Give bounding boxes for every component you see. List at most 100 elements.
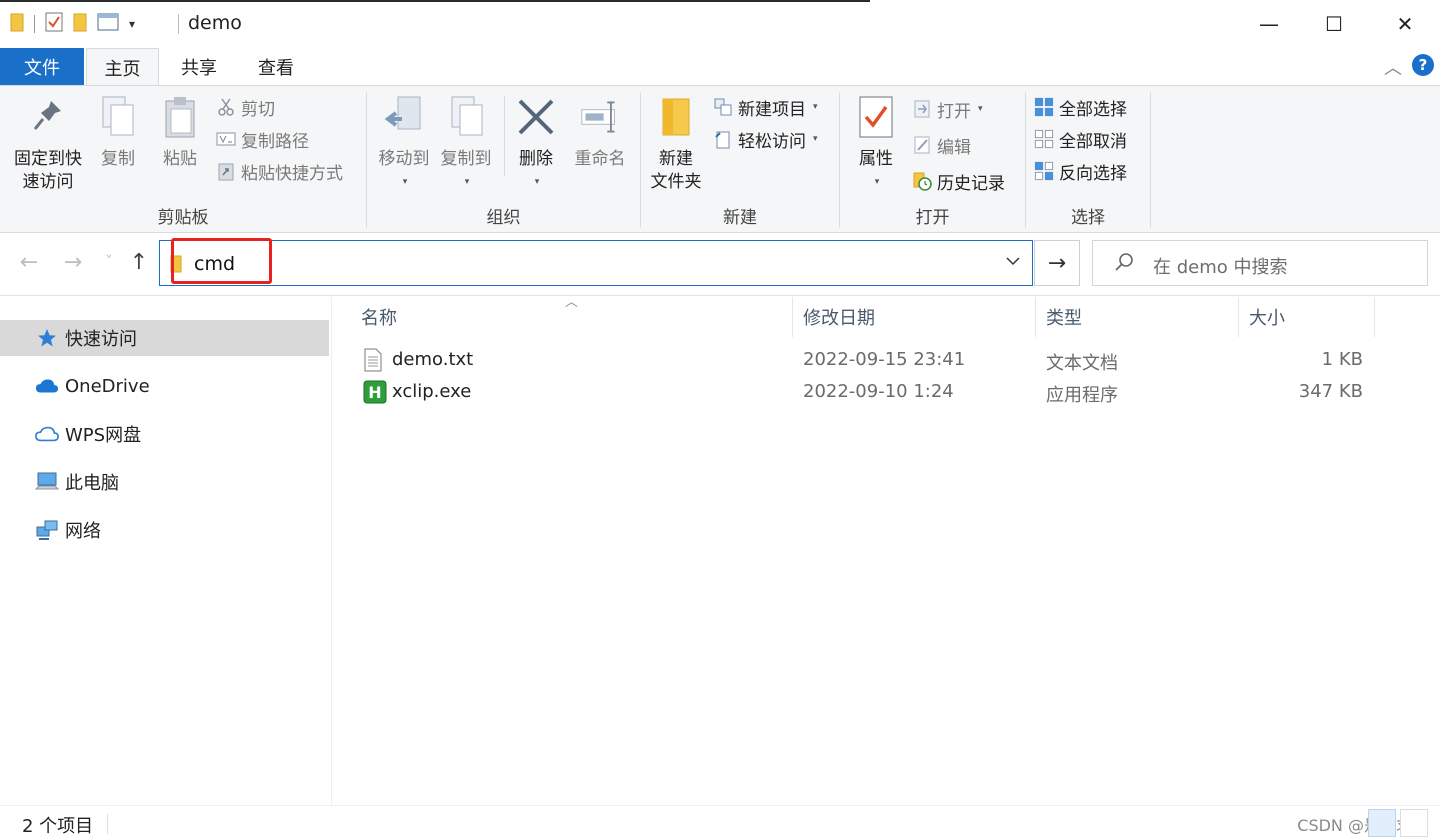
paste-icon [160, 94, 200, 140]
delete-label: 删除 [519, 149, 553, 169]
divider [1150, 92, 1151, 228]
quick-access-toolbar: ▾ [10, 12, 135, 36]
forward-button[interactable]: → [58, 250, 88, 275]
select-group: 全部选择 全部取消 反向选择 选择 [1026, 86, 1150, 232]
tab-file[interactable]: 文件 [0, 48, 84, 85]
copy-icon [98, 94, 138, 140]
pin-label-line2: 速访问 [22, 172, 74, 192]
cloud-outline-icon [35, 422, 59, 446]
paste-shortcut-button[interactable]: 粘贴快捷方式 [216, 158, 343, 184]
exe-icon: H [363, 380, 387, 404]
sidebar-item-label: 快速访问 [65, 329, 137, 350]
sidebar-item-this-pc[interactable]: 此电脑 [0, 464, 329, 500]
cut-button[interactable]: 剪切 [216, 94, 275, 120]
sidebar-item-label: WPS网盘 [65, 425, 142, 446]
new-folder-label-line1: 新建 [659, 149, 693, 169]
paste-button[interactable]: 粘贴 [158, 94, 202, 171]
folder-icon [656, 94, 696, 140]
sidebar-item-network[interactable]: 网络 [0, 512, 329, 548]
select-none-button[interactable]: 全部取消 [1034, 126, 1127, 152]
copy-to-button[interactable]: 复制到 ▾ [435, 94, 497, 194]
svg-text:H: H [368, 383, 381, 402]
organize-group: 移动到 ▾ 复制到 ▾ 删除 ▾ 重命名 组织 [367, 86, 640, 232]
folder-icon [170, 255, 182, 273]
address-bar[interactable]: cmd [159, 240, 1033, 286]
invert-selection-button[interactable]: 反向选择 [1034, 158, 1127, 184]
go-button[interactable]: → [1034, 240, 1080, 286]
move-to-label: 移动到 [378, 149, 430, 169]
window-title: demo [188, 12, 242, 34]
tab-home[interactable]: 主页 [86, 48, 159, 86]
new-item-button[interactable]: 新建项目 ▾ [713, 94, 818, 120]
select-none-icon [1034, 129, 1054, 149]
tab-share[interactable]: 共享 [163, 48, 235, 85]
navigation-bar: ← → ˅ ↑ cmd → 在 demo 中搜索 [0, 234, 1440, 296]
move-to-button[interactable]: 移动到 ▾ [373, 94, 435, 194]
table-row[interactable]: demo.txt 2022-09-15 23:41 文本文档 1 KB [333, 345, 1440, 377]
history-button[interactable]: 历史记录 [912, 168, 1005, 194]
cloud-icon [35, 374, 59, 398]
back-button[interactable]: ← [14, 250, 44, 275]
properties-icon [856, 94, 896, 140]
column-header-modified[interactable]: 修改日期 [793, 297, 1036, 337]
file-list: ︿ 名称 修改日期 类型 大小 demo.txt 2022-09-15 23:4… [333, 295, 1440, 805]
easy-access-label: 轻松访问 [738, 131, 806, 152]
chevron-down-icon[interactable] [1006, 251, 1020, 270]
window-icon[interactable] [97, 13, 119, 35]
clipboard-group-label: 剪贴板 [157, 208, 209, 228]
dropdown-caret-icon: ▾ [874, 177, 880, 187]
paste-label: 粘贴 [163, 149, 197, 169]
maximize-button[interactable]: ☐ [1311, 6, 1357, 42]
minimize-button[interactable]: — [1246, 6, 1292, 42]
sidebar-item-wps[interactable]: WPS网盘 [0, 416, 329, 452]
properties-button[interactable]: 属性 ▾ [852, 94, 900, 194]
title-bar-accent-line [0, 0, 870, 2]
copy-path-button[interactable]: 复制路径 [216, 126, 309, 152]
pin-to-quick-access-button[interactable]: 固定到快 速访问 [10, 94, 86, 194]
large-icons-view-button[interactable] [1400, 809, 1428, 837]
new-folder-button[interactable]: 新建 文件夹 [647, 94, 705, 194]
text-file-icon [363, 348, 385, 372]
copy-label: 复制 [101, 149, 135, 169]
column-header-name[interactable]: 名称 [351, 297, 793, 337]
address-input[interactable]: cmd [194, 253, 235, 275]
select-all-button[interactable]: 全部选择 [1034, 94, 1127, 120]
recent-locations-button[interactable]: ˅ [94, 254, 124, 270]
details-view-button[interactable] [1368, 809, 1396, 837]
copy-button[interactable]: 复制 [96, 94, 140, 171]
new-item-icon [713, 97, 733, 117]
pin-icon [28, 94, 68, 140]
copy-path-icon [216, 129, 236, 149]
collapse-ribbon-icon[interactable]: ︿ [1384, 54, 1402, 80]
sidebar-item-onedrive[interactable]: OneDrive [0, 368, 329, 404]
rename-icon [580, 94, 620, 140]
properties-icon[interactable] [45, 12, 63, 36]
easy-access-icon [713, 129, 733, 149]
dropdown-caret-icon: ▾ [813, 102, 818, 112]
customize-qat-icon[interactable]: ▾ [129, 17, 135, 31]
properties-label: 属性 [859, 149, 893, 169]
delete-button[interactable]: 删除 ▾ [513, 94, 559, 194]
open-label: 打开 [937, 101, 971, 122]
rename-button[interactable]: 重命名 [569, 94, 631, 171]
open-button[interactable]: 打开 ▾ [912, 96, 983, 122]
sidebar-item-quick-access[interactable]: 快速访问 [0, 320, 329, 356]
divider [504, 96, 505, 176]
table-row[interactable]: H xclip.exe 2022-09-10 1:24 应用程序 347 KB [333, 377, 1440, 409]
tab-view[interactable]: 查看 [240, 48, 312, 85]
help-icon[interactable]: ? [1412, 54, 1434, 76]
easy-access-button[interactable]: 轻松访问 ▾ [713, 126, 818, 152]
network-icon [35, 518, 59, 542]
dropdown-caret-icon: ▾ [464, 177, 470, 187]
close-button[interactable]: ✕ [1382, 6, 1428, 42]
new-folder-icon[interactable] [73, 12, 87, 36]
up-button[interactable]: ↑ [124, 250, 154, 275]
open-group: 属性 ▾ 打开 ▾ 编辑 历史记录 打开 [840, 86, 1025, 232]
navigation-pane: 快速访问 OneDrive WPS网盘 此电脑 网络 [0, 297, 332, 805]
clipboard-group: 固定到快 速访问 复制 粘贴 剪切 复制路径 粘贴快捷方式 剪贴板 [0, 86, 366, 232]
edit-button[interactable]: 编辑 [912, 132, 971, 158]
column-header-type[interactable]: 类型 [1036, 297, 1239, 337]
search-box[interactable]: 在 demo 中搜索 [1092, 240, 1428, 286]
dropdown-caret-icon: ▾ [813, 134, 818, 144]
column-header-size[interactable]: 大小 [1239, 297, 1375, 337]
